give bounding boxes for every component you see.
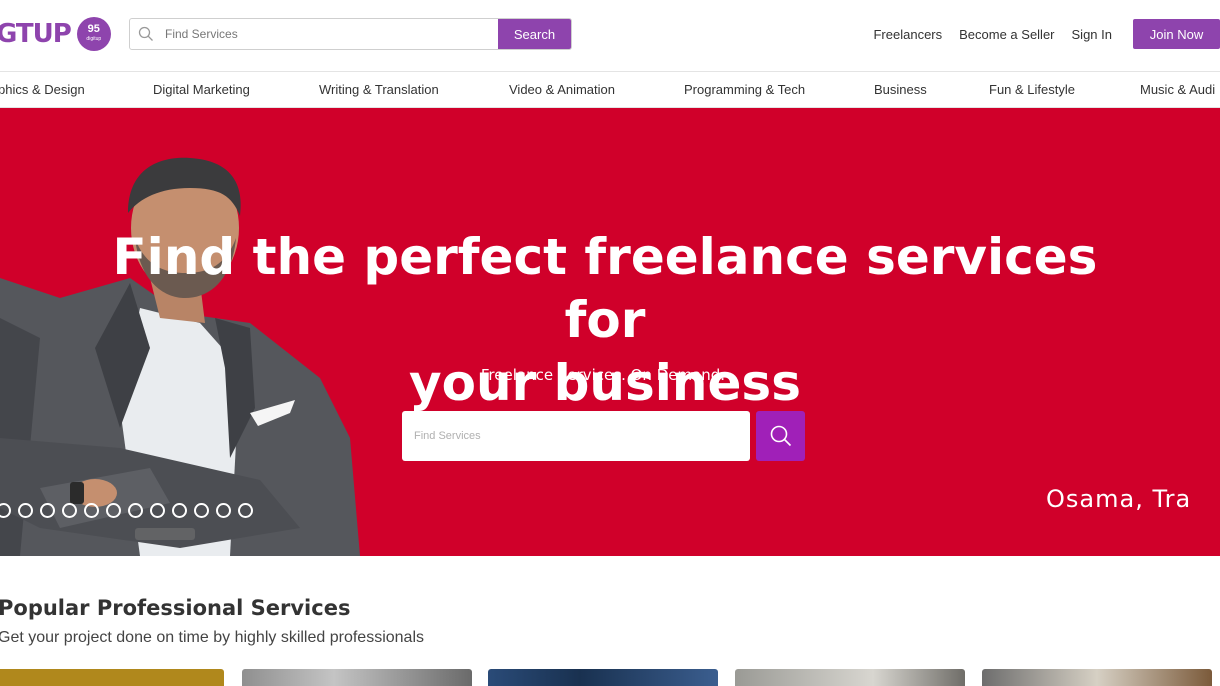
service-card-5[interactable] (982, 669, 1212, 686)
service-card-3[interactable] (488, 669, 718, 686)
hero-title: Find the perfect freelance services for y… (112, 228, 1098, 412)
join-now-button[interactable]: Join Now (1133, 19, 1220, 49)
category-digital-marketing[interactable]: Digital Marketing (153, 82, 250, 97)
logo-text: GTUP (0, 19, 72, 49)
top-header: GTUP 95 digitup Search Freelancers Becom… (0, 0, 1220, 70)
logo-badge-icon: 95 digitup (76, 17, 111, 51)
site-logo[interactable]: GTUP 95 digitup (0, 17, 111, 51)
category-music-audio[interactable]: Music & Audi (1140, 82, 1215, 97)
service-card-4[interactable] (735, 669, 965, 686)
header-search: Search (129, 18, 572, 50)
category-programming-tech[interactable]: Programming & Tech (684, 82, 805, 97)
slider-dot[interactable] (150, 503, 165, 518)
slider-dot[interactable] (84, 503, 99, 518)
header-search-input[interactable] (162, 19, 498, 49)
hero-caption: Osama, Tra (1046, 485, 1192, 513)
popular-services-title: Popular Professional Services (0, 596, 351, 620)
category-writing-translation[interactable]: Writing & Translation (319, 82, 439, 97)
top-links: Freelancers Become a Seller Sign In Join… (856, 18, 1220, 50)
hero-search-input[interactable] (402, 411, 750, 461)
slider-dot[interactable] (128, 503, 143, 518)
sign-in-link[interactable]: Sign In (1072, 27, 1112, 42)
slider-dot[interactable] (0, 503, 11, 518)
category-fun-lifestyle[interactable]: Fun & Lifestyle (989, 82, 1075, 97)
category-nav: phics & Design Digital Marketing Writing… (0, 71, 1220, 108)
slider-dot[interactable] (106, 503, 121, 518)
freelancers-link[interactable]: Freelancers (873, 27, 942, 42)
hero-subtitle: Freelance Services. On Demand. (480, 366, 726, 384)
category-video-animation[interactable]: Video & Animation (509, 82, 615, 97)
search-icon (130, 19, 162, 49)
header-search-button[interactable]: Search (498, 19, 571, 49)
popular-services-subtitle: Get your project done on time by highly … (0, 629, 424, 646)
slider-dot[interactable] (216, 503, 231, 518)
slider-dot[interactable] (18, 503, 33, 518)
service-card-2[interactable] (242, 669, 472, 686)
slider-dot[interactable] (238, 503, 253, 518)
slider-dots (0, 503, 253, 518)
hero-banner: Find the perfect freelance services for y… (0, 108, 1220, 556)
search-icon (770, 425, 791, 447)
service-card-1[interactable] (0, 669, 224, 686)
hero-search-button[interactable] (756, 411, 805, 461)
category-graphics-design[interactable]: phics & Design (0, 82, 85, 97)
category-business[interactable]: Business (874, 82, 927, 97)
slider-dot[interactable] (62, 503, 77, 518)
slider-dot[interactable] (172, 503, 187, 518)
become-seller-link[interactable]: Become a Seller (959, 27, 1054, 42)
slider-dot[interactable] (194, 503, 209, 518)
slider-dot[interactable] (40, 503, 55, 518)
